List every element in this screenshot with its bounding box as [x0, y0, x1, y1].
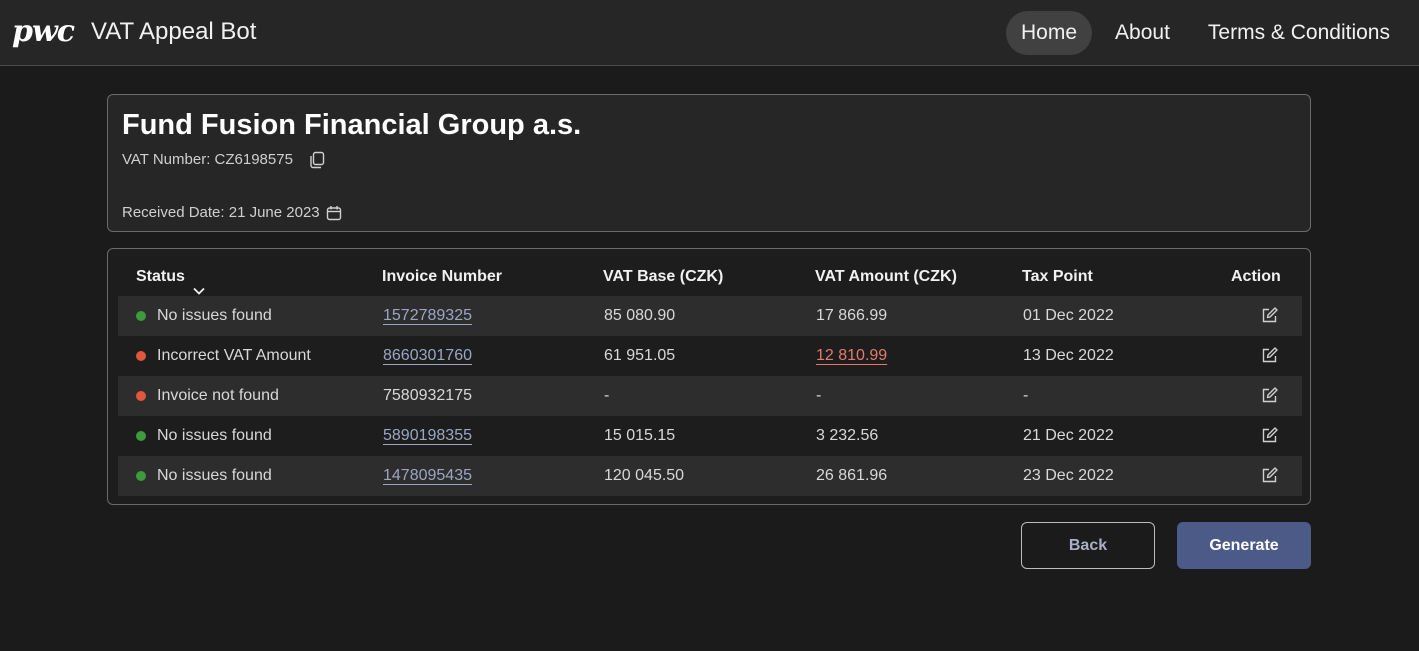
vat-base-cell: 85 080.90 — [604, 307, 676, 324]
status-ok-dot — [136, 431, 146, 441]
header-vat-amount: VAT Amount (CZK) — [815, 268, 957, 285]
invoice-number-text: 7580932175 — [383, 387, 472, 404]
top-navigation-bar: pwc VAT Appeal Bot Home About Terms & Co… — [0, 0, 1419, 66]
table-row: No issues found 5890198355 15 015.15 3 2… — [118, 416, 1302, 456]
back-button[interactable]: Back — [1021, 522, 1155, 569]
header-status-label: Status — [136, 268, 185, 285]
status-text: Invoice not found — [157, 387, 279, 404]
main-nav: Home About Terms & Conditions — [1006, 11, 1405, 55]
copy-icon[interactable] — [309, 151, 325, 169]
status-cell: No issues found — [136, 296, 272, 336]
status-ok-dot — [136, 311, 146, 321]
vat-number: VAT Number: CZ6198575 — [122, 151, 293, 168]
edit-icon[interactable] — [1261, 347, 1278, 364]
nav-home[interactable]: Home — [1006, 11, 1093, 55]
generate-button[interactable]: Generate — [1177, 522, 1311, 569]
status-cell: No issues found — [136, 416, 272, 456]
vat-base-cell: 61 951.05 — [604, 347, 676, 364]
nav-about[interactable]: About — [1100, 11, 1185, 55]
status-ok-dot — [136, 471, 146, 481]
company-name: Fund Fusion Financial Group a.s. — [122, 109, 582, 141]
header-tax-point: Tax Point — [1022, 268, 1093, 285]
vat-amount-cell: 26 861.96 — [816, 467, 888, 484]
table-row: Incorrect VAT Amount 8660301760 61 951.0… — [118, 336, 1302, 376]
pwc-logo[interactable]: pwc — [12, 14, 75, 50]
vat-amount-cell: 17 866.99 — [816, 307, 888, 324]
invoice-number-cell: 1478095435 — [383, 456, 472, 496]
edit-icon[interactable] — [1261, 467, 1278, 484]
received-date-row: Received Date: 21 June 2023 — [122, 203, 342, 223]
status-text: No issues found — [157, 467, 272, 484]
tax-point-cell: - — [1023, 387, 1029, 404]
status-text: No issues found — [157, 307, 272, 324]
vat-base-cell: 15 015.15 — [604, 427, 676, 444]
vat-amount-cell: 3 232.56 — [816, 427, 879, 444]
invoice-number-cell: 7580932175 — [383, 376, 472, 416]
received-date: Received Date: 21 June 2023 — [122, 204, 320, 221]
table-header: Status Invoice Number VAT Base (CZK) VAT… — [118, 259, 1302, 297]
status-text: Incorrect VAT Amount — [157, 347, 311, 364]
status-cell: Invoice not found — [136, 376, 279, 416]
vat-amount-error-link[interactable]: 12 810.99 — [816, 347, 887, 364]
edit-icon[interactable] — [1261, 387, 1278, 404]
header-vat-base: VAT Base (CZK) — [603, 268, 724, 285]
edit-icon[interactable] — [1261, 427, 1278, 444]
invoice-number-cell: 8660301760 — [383, 336, 472, 376]
app-title: VAT Appeal Bot — [91, 18, 257, 45]
tax-point-cell: 23 Dec 2022 — [1023, 467, 1114, 484]
invoice-number-link[interactable]: 1572789325 — [383, 307, 472, 324]
invoice-number-cell: 5890198355 — [383, 416, 472, 456]
company-info-card: Fund Fusion Financial Group a.s. VAT Num… — [107, 94, 1311, 232]
invoice-number-link[interactable]: 1478095435 — [383, 467, 472, 484]
invoice-number-cell: 1572789325 — [383, 296, 472, 336]
tax-point-cell: 21 Dec 2022 — [1023, 427, 1114, 444]
status-error-dot — [136, 351, 146, 361]
vat-amount-cell: 12 810.99 — [816, 336, 887, 376]
header-invoice-number: Invoice Number — [382, 268, 503, 285]
table-body: No issues found 1572789325 85 080.90 17 … — [118, 296, 1302, 496]
vat-base-cell: - — [604, 387, 610, 404]
calendar-icon — [326, 205, 342, 221]
vat-amount-cell: - — [816, 387, 822, 404]
invoice-table: Status Invoice Number VAT Base (CZK) VAT… — [107, 248, 1311, 505]
header-status[interactable]: Status — [136, 259, 205, 295]
header-action: Action — [1231, 268, 1281, 285]
vat-number-row: VAT Number: CZ6198575 — [122, 150, 325, 170]
vat-base-cell: 120 045.50 — [604, 467, 685, 484]
table-row: Invoice not found 7580932175 - - - — [118, 376, 1302, 416]
chevron-down-icon[interactable] — [193, 273, 205, 295]
table-row: No issues found 1572789325 85 080.90 17 … — [118, 296, 1302, 336]
status-error-dot — [136, 391, 146, 401]
nav-terms-and-conditions[interactable]: Terms & Conditions — [1193, 11, 1405, 55]
status-text: No issues found — [157, 427, 272, 444]
invoice-number-link[interactable]: 8660301760 — [383, 347, 472, 364]
table-row: No issues found 1478095435 120 045.50 26… — [118, 456, 1302, 496]
tax-point-cell: 13 Dec 2022 — [1023, 347, 1114, 364]
status-cell: No issues found — [136, 456, 272, 496]
invoice-number-link[interactable]: 5890198355 — [383, 427, 472, 444]
status-cell: Incorrect VAT Amount — [136, 336, 311, 376]
tax-point-cell: 01 Dec 2022 — [1023, 307, 1114, 324]
edit-icon[interactable] — [1261, 307, 1278, 324]
